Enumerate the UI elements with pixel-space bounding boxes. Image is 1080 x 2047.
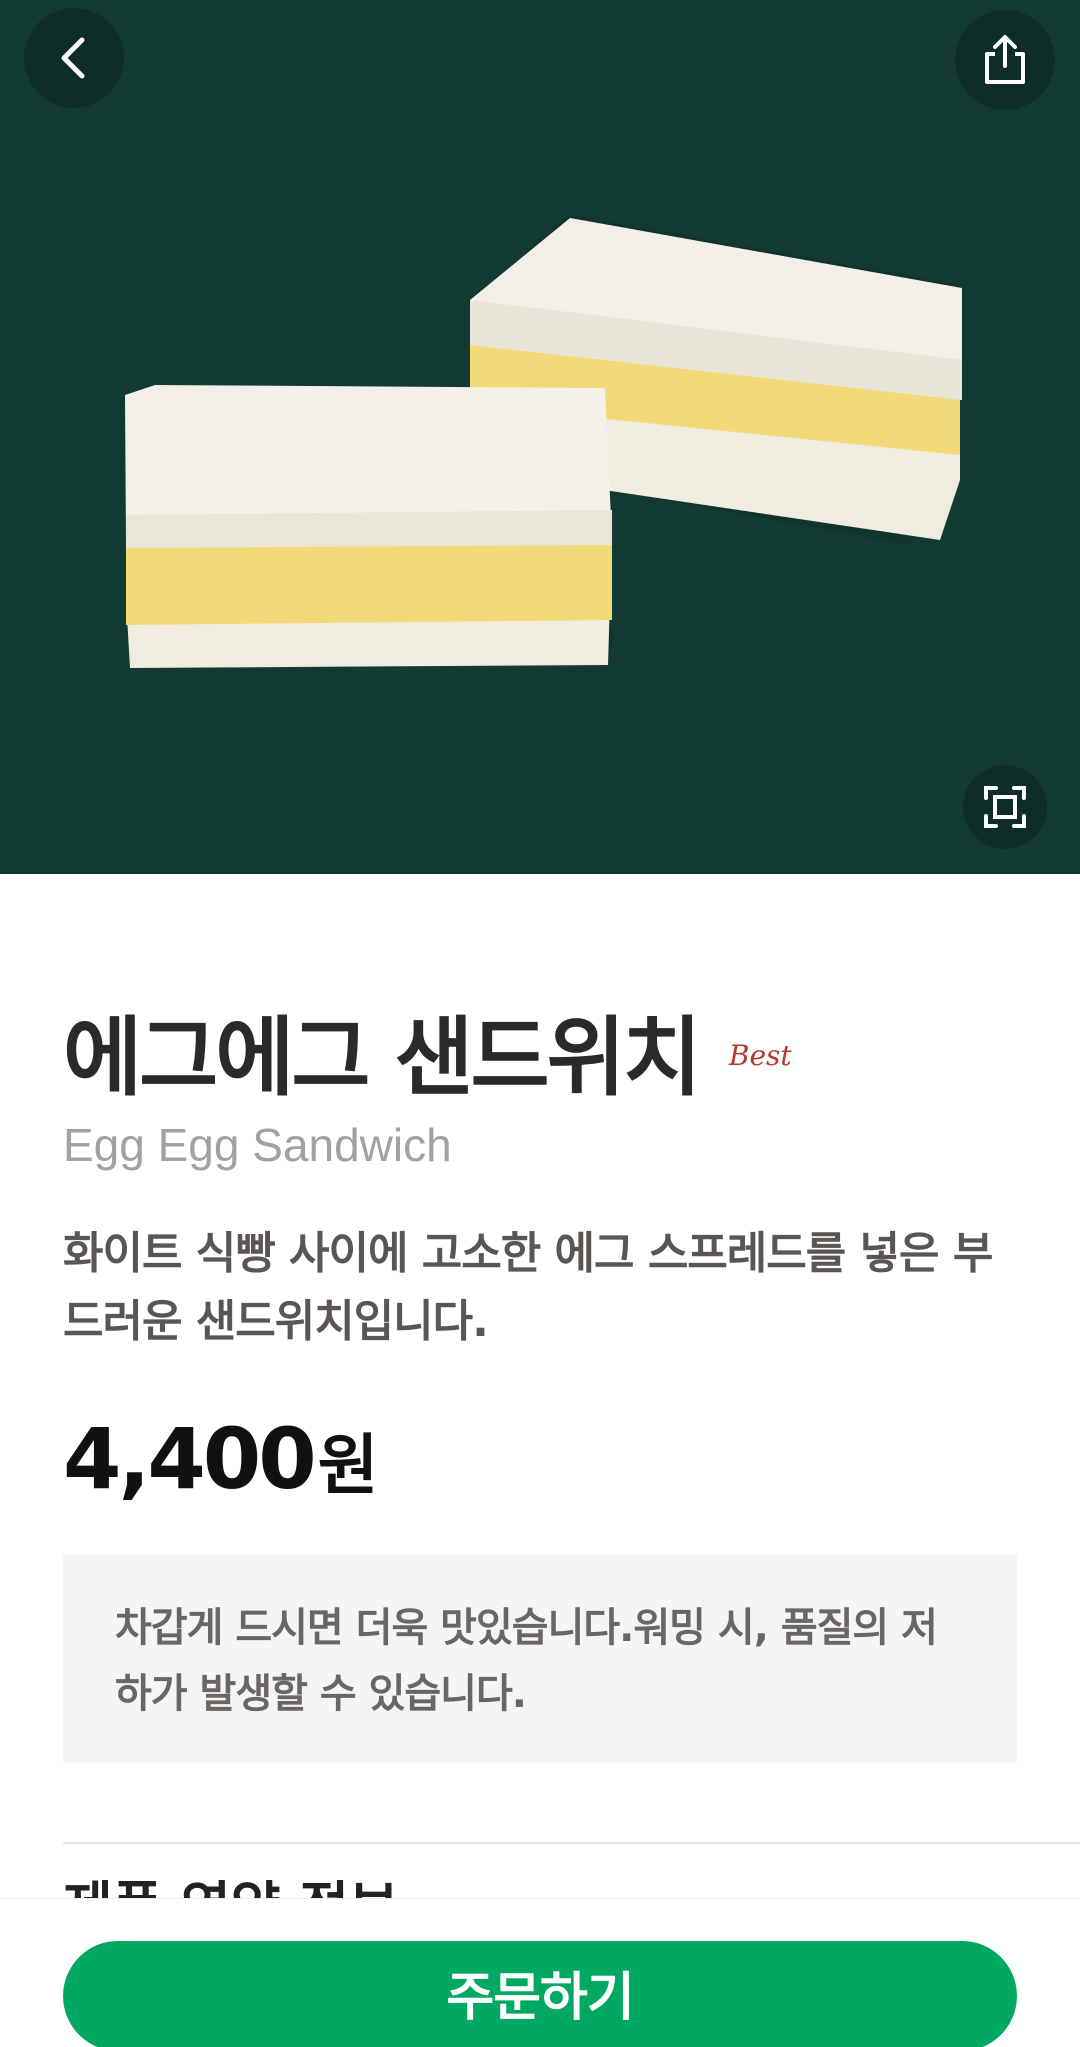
product-hero: [0, 0, 1080, 874]
bottom-action-bar: 주문하기: [0, 1898, 1080, 2047]
price-currency: 원: [317, 1427, 379, 1504]
share-icon: [985, 35, 1025, 84]
back-button[interactable]: [24, 8, 124, 108]
chevron-left-icon: [61, 37, 85, 79]
order-button[interactable]: 주문하기: [63, 1941, 1017, 2047]
product-title-row: 에그에그 샌드위치 Best: [63, 1015, 792, 1101]
product-name: 에그에그 샌드위치: [63, 1008, 702, 1108]
product-price: 4,400원: [63, 1410, 379, 1508]
product-notice: 차갑게 드시면 더욱 맛있습니다.워밍 시, 품질의 저하가 발생할 수 있습니…: [63, 1555, 1017, 1763]
share-button[interactable]: [955, 10, 1055, 110]
price-value: 4,400: [63, 1410, 317, 1508]
nutrition-section-title: 제품 영양 정보: [63, 1880, 399, 1900]
expand-icon: [984, 786, 1026, 828]
zoom-button[interactable]: [963, 765, 1047, 849]
product-description: 화이트 식빵 사이에 고소한 에그 스프레드를 넣은 부드러운 샌드위치입니다.: [63, 1228, 993, 1347]
sandwich-front: [125, 385, 612, 668]
best-badge: Best: [728, 1039, 792, 1072]
product-name-english: Egg Egg Sandwich: [63, 1119, 452, 1171]
product-image: [125, 215, 962, 668]
section-divider: [63, 1842, 1080, 1844]
